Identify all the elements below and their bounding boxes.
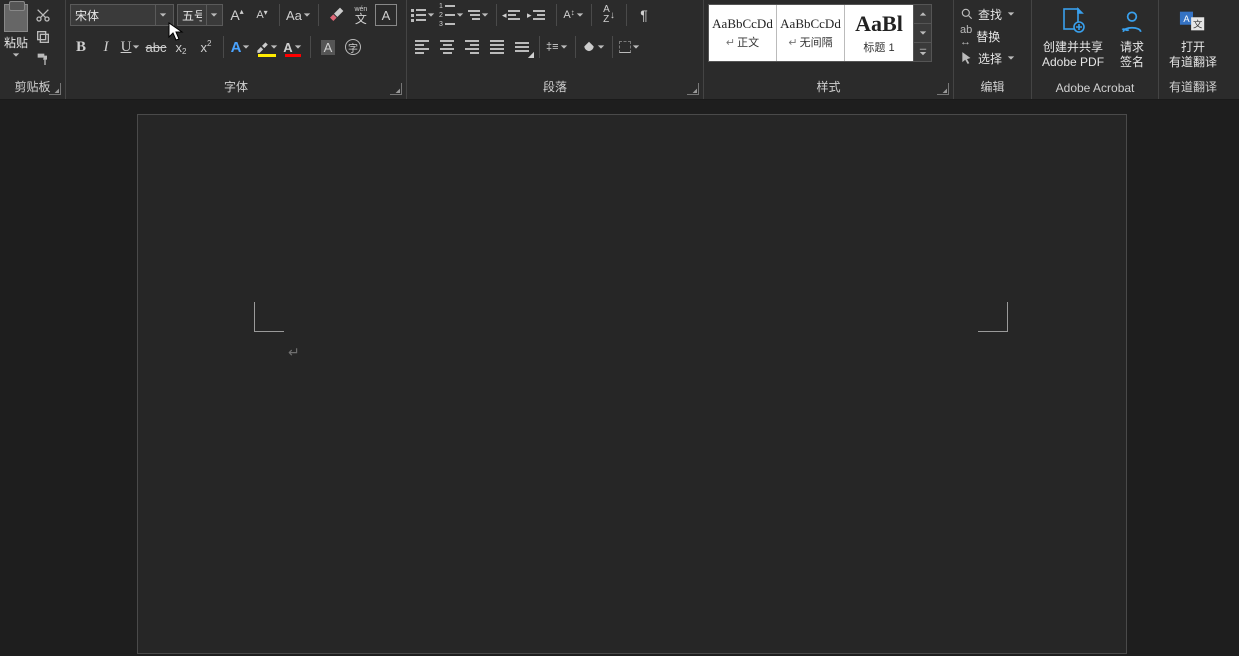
group-label-youdao: 有道翻译 (1163, 76, 1223, 99)
group-label-acrobat: Adobe Acrobat (1036, 79, 1154, 99)
format-painter-icon[interactable] (34, 50, 52, 68)
group-styles: AaBbCcDd ↵正文 AaBbCcDd ↵无间隔 AaBl 标题 1 (704, 0, 954, 99)
font-size-input[interactable] (178, 8, 206, 22)
clear-format-button[interactable] (325, 4, 347, 26)
group-youdao: A文 打开 有道翻译 有道翻译 (1159, 0, 1227, 99)
group-label-paragraph: 段落 (411, 76, 699, 99)
page[interactable] (137, 114, 1127, 654)
bullets-button[interactable] (411, 4, 436, 26)
font-name-caret[interactable] (155, 5, 169, 25)
translate-icon: A文 (1179, 6, 1207, 36)
decrease-indent-button[interactable]: ◂ (503, 4, 525, 26)
request-sign-button[interactable]: 请求 签名 (1110, 2, 1154, 70)
highlight-button[interactable] (255, 36, 279, 58)
bold-button[interactable]: B (70, 36, 92, 58)
font-name-input[interactable] (71, 8, 155, 22)
asian-layout-button[interactable]: A↕ (563, 4, 585, 26)
paragraph-mark: ↵ (288, 344, 300, 361)
select-caret[interactable] (1006, 54, 1016, 62)
show-marks-button[interactable]: ¶ (633, 4, 655, 26)
group-label-editing: 编辑 (958, 76, 1027, 99)
group-paragraph: 123 ◂ ▸ A↕ AZ↓ ¶ ◢ (407, 0, 704, 99)
margin-corner-tl (254, 302, 284, 332)
align-center-button[interactable] (436, 36, 458, 58)
align-right-button[interactable] (461, 36, 483, 58)
numbering-button[interactable]: 123 (439, 4, 465, 26)
grow-font-button[interactable]: A▴ (226, 4, 248, 26)
group-font: A▴ A▾ Aa wén文 A B I U abc x2 x2 (66, 0, 407, 99)
align-left-button[interactable] (411, 36, 433, 58)
multilevel-button[interactable] (468, 4, 490, 26)
document-area: ↵ (0, 100, 1239, 656)
sign-icon (1119, 6, 1145, 36)
paste-label: 粘贴 (4, 34, 28, 51)
svg-text:A: A (1183, 14, 1190, 24)
group-label-styles: 样式 (708, 76, 949, 99)
youdao-open-button[interactable]: A文 打开 有道翻译 (1163, 2, 1223, 70)
borders-button[interactable] (619, 36, 641, 58)
font-launcher[interactable] (390, 83, 402, 95)
paste-icon (4, 4, 28, 32)
increase-indent-button[interactable]: ▸ (528, 4, 550, 26)
ribbon: 粘贴 剪贴板 (0, 0, 1239, 100)
underline-button[interactable]: U (120, 36, 142, 58)
style-heading-1[interactable]: AaBl 标题 1 (845, 5, 913, 61)
line-spacing-button[interactable]: ‡≡ (546, 36, 569, 58)
create-pdf-button[interactable]: 创建并共享 Adobe PDF (1036, 2, 1110, 70)
styles-gallery: AaBbCcDd ↵正文 AaBbCcDd ↵无间隔 AaBl 标题 1 (708, 4, 914, 62)
char-border-button[interactable]: A (375, 4, 397, 26)
select-icon (960, 51, 974, 65)
group-label-font: 字体 (70, 76, 402, 99)
group-acrobat: 创建并共享 Adobe PDF 请求 签名 Adobe Acrobat (1032, 0, 1159, 99)
text-effects-button[interactable]: A (230, 36, 252, 58)
enclose-char-button[interactable]: 字 (342, 36, 364, 58)
font-name-combo[interactable] (70, 4, 174, 26)
align-distribute-button[interactable]: ◢ (511, 36, 533, 58)
gallery-down-button[interactable] (914, 24, 931, 43)
align-justify-button[interactable] (486, 36, 508, 58)
subscript-button[interactable]: x2 (170, 36, 192, 58)
svg-text:文: 文 (1193, 19, 1202, 30)
search-icon (960, 7, 974, 21)
styles-launcher[interactable] (937, 83, 949, 95)
char-shading-button[interactable]: A (317, 36, 339, 58)
margin-corner-tr (978, 302, 1008, 332)
select-button[interactable]: 选择 (958, 48, 1027, 68)
shrink-font-button[interactable]: A▾ (251, 4, 273, 26)
style-normal[interactable]: AaBbCcDd ↵正文 (709, 5, 777, 61)
find-button[interactable]: 查找 (958, 4, 1027, 24)
sort-button[interactable]: AZ↓ (598, 4, 620, 26)
font-color-button[interactable]: A (282, 36, 304, 58)
replace-button[interactable]: ab↔ 替换 (958, 26, 1027, 46)
pdf-icon (1060, 6, 1086, 36)
change-case-button[interactable]: Aa (286, 4, 312, 26)
paragraph-launcher[interactable] (687, 83, 699, 95)
group-clipboard: 粘贴 剪贴板 (0, 0, 66, 99)
paste-menu-caret[interactable] (11, 51, 21, 59)
copy-icon[interactable] (34, 28, 52, 46)
gallery-more-button[interactable] (914, 43, 931, 61)
paste-button[interactable]: 粘贴 (4, 2, 28, 59)
italic-button[interactable]: I (95, 36, 117, 58)
replace-icon: ab↔ (960, 24, 972, 48)
style-no-spacing[interactable]: AaBbCcDd ↵无间隔 (777, 5, 845, 61)
group-editing: 查找 ab↔ 替换 选择 编辑 (954, 0, 1032, 99)
find-caret[interactable] (1006, 10, 1016, 18)
font-size-caret[interactable] (206, 5, 220, 25)
gallery-up-button[interactable] (914, 5, 931, 24)
phonetic-guide-button[interactable]: wén文 (350, 4, 372, 26)
font-size-combo[interactable] (177, 4, 223, 26)
superscript-button[interactable]: x2 (195, 36, 217, 58)
clipboard-launcher[interactable] (49, 83, 61, 95)
shading-button[interactable] (582, 36, 606, 58)
strike-button[interactable]: abc (145, 36, 167, 58)
styles-gallery-scroll (914, 4, 932, 62)
cut-icon[interactable] (34, 6, 52, 24)
